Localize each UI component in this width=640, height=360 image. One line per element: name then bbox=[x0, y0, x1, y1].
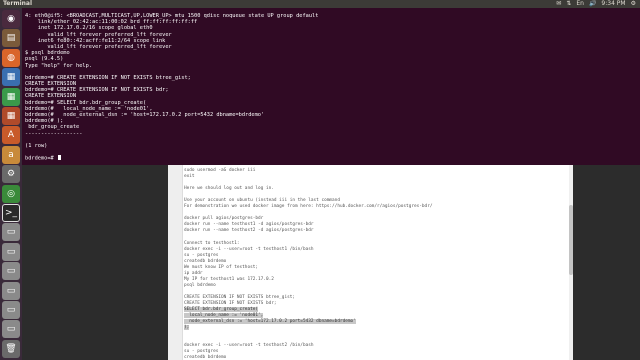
terminal-line-text: bdrdemo=# bbox=[25, 155, 57, 162]
text-editor[interactable]: sudo usermod -aG docker iii exit Here we s… bbox=[168, 165, 573, 360]
terminal-line-text: valid_lft forever preferred_lft forever bbox=[25, 31, 172, 38]
terminal-icon[interactable]: >_ bbox=[2, 204, 20, 222]
editor-line-text: CREATE EXTENSION IF NOT EXISTS bdr; bbox=[184, 301, 277, 307]
drive-icon[interactable]: ▭ bbox=[2, 281, 20, 300]
terminal-line-text: Type "help" for help. bbox=[25, 62, 92, 69]
mail-icon[interactable]: ✉ bbox=[556, 0, 561, 8]
drive-icon[interactable]: ▭ bbox=[2, 223, 20, 242]
editor-content[interactable]: sudo usermod -aG docker iii exit Here we s… bbox=[184, 168, 569, 360]
drive-icon[interactable]: ▭ bbox=[2, 262, 20, 281]
chrome-icon[interactable]: ◎ bbox=[2, 184, 20, 203]
calc-icon[interactable]: ▦ bbox=[2, 87, 20, 106]
editor-line[interactable]: createdb bdrdemo bbox=[184, 355, 569, 360]
software-center-icon[interactable]: A bbox=[2, 126, 20, 145]
terminal-output: 4: eth0@if5: <BROADCAST,MULTICAST,UP,LOW… bbox=[25, 13, 638, 162]
terminal-line-text: bdrdemo=# SELECT bdr.bdr_group_create( bbox=[25, 99, 147, 106]
launcher: ◉ ▤ ◍ ▦ ▦ ▦ Aa ⚙ ◎ >_ ▭ ▭ ▭ ▭ ▭ ▭ 🗑 bbox=[0, 8, 22, 360]
editor-line-text: docker exec -i --user=root -t testhost1 … bbox=[184, 246, 314, 252]
settings-icon[interactable]: ⚙ bbox=[2, 165, 20, 184]
terminal-line: bdrdemo=# bbox=[25, 155, 638, 162]
dash-icon[interactable]: ◉ bbox=[2, 10, 20, 28]
editor-line-text: psql bdrdemo bbox=[184, 282, 216, 288]
keyboard-layout[interactable]: En bbox=[576, 0, 584, 8]
editor-selected-text: SELECT bdr.bdr_group_create( bbox=[184, 307, 259, 313]
editor-line-text: docker exec -i --user=root -t testhost2 … bbox=[184, 343, 314, 349]
editor-selected-text: node_external_dsn := 'host=172.17.0.2 po… bbox=[184, 319, 356, 325]
drive-icon[interactable]: ▭ bbox=[2, 320, 20, 339]
scrollbar[interactable] bbox=[569, 165, 573, 360]
terminal-line-text: ------------------ bbox=[25, 130, 83, 137]
terminal-line-text: valid_lft forever preferred_lft forever bbox=[25, 43, 172, 50]
terminal-line-text: psql (9.4.5) bbox=[25, 56, 64, 63]
editor-line-text: su - postgres bbox=[184, 349, 219, 355]
terminal-line-text: $ psql bdrdemo bbox=[25, 50, 70, 57]
clock[interactable]: 9:34 PM bbox=[601, 0, 625, 8]
editor-line-text: docker run --name testhost1 -d agios/pos… bbox=[184, 222, 314, 228]
network-icon[interactable]: ⇅ bbox=[566, 0, 571, 8]
editor-line-text: ip addr bbox=[184, 270, 203, 276]
system-tray: ✉ ⇅ En 🔊 9:34 PM ⚙ bbox=[556, 0, 636, 8]
terminal-line-text: bdr_group_create bbox=[25, 124, 80, 131]
editor-line-text: My IP for testhost1 was 172.17.0.2 bbox=[184, 276, 274, 282]
terminal-line-text: bdrdemo(# local_node_name := 'node01', bbox=[25, 105, 153, 112]
drive-icon[interactable]: ▭ bbox=[2, 242, 20, 261]
editor-line-text: docker pull agios/postgres-bdr bbox=[184, 216, 264, 222]
editor-line-text: CREATE EXTENSION IF NOT EXISTS btree_gis… bbox=[184, 294, 296, 300]
terminal-line-text: bdrdemo=# CREATE EXTENSION IF NOT EXISTS… bbox=[25, 74, 191, 81]
editor-line-text: createdb bdrdemo bbox=[184, 258, 227, 264]
editor-line-text: docker run --name testhost2 -d agios/pos… bbox=[184, 228, 314, 234]
editor-line-text: We must know IP of testhost; bbox=[184, 264, 259, 270]
scrollbar-thumb[interactable] bbox=[569, 205, 573, 275]
editor-selected-text: local_node_name := 'node01', bbox=[184, 313, 264, 319]
terminal-window[interactable]: 4: eth0@if5: <BROADCAST,MULTICAST,UP,LOW… bbox=[22, 8, 640, 165]
editor-gutter bbox=[168, 165, 183, 360]
terminal-line-text: link/ether 02:42:ac:11:00:02 brd ff:ff:f… bbox=[25, 19, 198, 26]
terminal-line-text: (1 row) bbox=[25, 142, 48, 149]
files-icon[interactable]: ▤ bbox=[2, 29, 20, 48]
editor-line-text: sudo usermod -aG docker iii bbox=[184, 168, 256, 173]
top-panel: Terminal ✉ ⇅ En 🔊 9:34 PM ⚙ bbox=[0, 0, 640, 8]
editor-line-text: For demonstration we used docker image f… bbox=[184, 204, 433, 210]
terminal-cursor bbox=[57, 155, 61, 161]
editor-line-text: Use your account on ubuntu (instead iii … bbox=[184, 198, 340, 204]
drive-icon[interactable]: ▭ bbox=[2, 301, 20, 319]
amazon-icon[interactable]: a bbox=[2, 145, 20, 164]
terminal-line-text: inet 172.17.0.2/16 scope global eth0 bbox=[25, 25, 153, 32]
terminal-line-text: bdrdemo=# CREATE EXTENSION IF NOT EXISTS… bbox=[25, 87, 169, 94]
terminal-line-text: inet6 fe80::42:acff:fe11:2/64 scope link bbox=[25, 37, 166, 44]
editor-selected-text: ); bbox=[184, 325, 190, 331]
volume-icon[interactable]: 🔊 bbox=[589, 0, 596, 8]
terminal-line-text: bdrdemo(# ); bbox=[25, 118, 64, 125]
firefox-icon[interactable]: ◍ bbox=[2, 48, 20, 67]
settings-gear-icon[interactable]: ⚙ bbox=[631, 0, 636, 8]
window-title: Terminal bbox=[3, 0, 33, 7]
trash-icon[interactable]: 🗑 bbox=[2, 339, 20, 358]
editor-line-text: su - postgres bbox=[184, 252, 219, 258]
editor-line-text: Connect to testhost1: bbox=[184, 240, 240, 246]
terminal-line-text: CREATE EXTENSION bbox=[25, 93, 77, 100]
terminal-line-text: CREATE EXTENSION bbox=[25, 81, 77, 88]
editor-line-text: exit bbox=[184, 174, 195, 180]
writer-icon[interactable]: ▦ bbox=[2, 68, 20, 87]
editor-line-text: Here we should log out and log in. bbox=[184, 186, 274, 192]
terminal-line-text: bdrdemo(# node_external_dsn := 'host=172… bbox=[25, 112, 265, 118]
editor-line-text: createdb bdrdemo bbox=[184, 355, 227, 360]
terminal-line-text: 4: eth0@if5: <BROADCAST,MULTICAST,UP,LOW… bbox=[25, 13, 319, 19]
impress-icon[interactable]: ▦ bbox=[2, 107, 20, 125]
